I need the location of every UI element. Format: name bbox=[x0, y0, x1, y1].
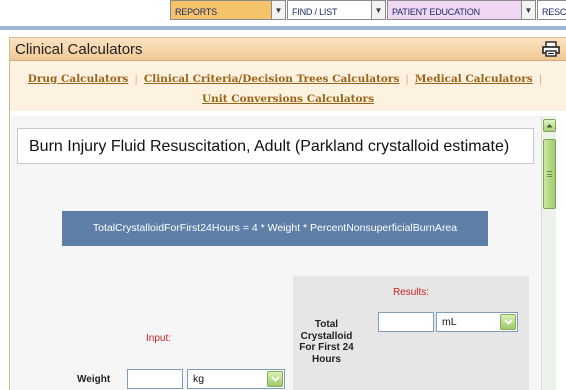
chevron-down-icon[interactable] bbox=[500, 314, 516, 330]
results-label: Results: bbox=[392, 287, 430, 298]
link-separator: | bbox=[134, 73, 138, 85]
weight-unit-select[interactable]: kg bbox=[187, 369, 285, 389]
calculator-content: Burn Injury Fluid Resuscitation, Adult (… bbox=[10, 116, 541, 390]
link-separator: | bbox=[538, 73, 543, 85]
reports-dropdown-label: REPORTS bbox=[175, 7, 217, 17]
reports-dropdown[interactable]: REPORTS ▼ bbox=[170, 0, 286, 20]
find-list-dropdown[interactable]: FIND / LIST ▼ bbox=[287, 0, 386, 20]
panel-header: Clinical Calculators bbox=[10, 38, 566, 61]
link-separator: | bbox=[405, 73, 409, 85]
input-label: Input: bbox=[146, 333, 172, 344]
formula-box: TotalCrystalloidForFirst24Hours = 4 * We… bbox=[62, 211, 488, 246]
calculator-category-links: Drug Calculators | Clinical Criteria/Decis… bbox=[10, 61, 566, 111]
patient-education-dropdown-label: PATIENT EDUCATION bbox=[392, 7, 480, 17]
resc-dropdown[interactable]: RESC bbox=[537, 0, 566, 20]
total-unit-select[interactable]: mL bbox=[436, 312, 518, 332]
panel-title: Clinical Calculators bbox=[15, 41, 143, 58]
weight-unit-value: kg bbox=[193, 373, 205, 385]
total-crystalloid-label: Total Crystalloid For First 24 Hours bbox=[299, 319, 354, 365]
clinical-criteria-link[interactable]: Clinical Criteria/Decision Trees Calcula… bbox=[144, 73, 400, 85]
weight-label: Weight bbox=[77, 374, 111, 385]
scrollbar-thumb[interactable] bbox=[543, 139, 556, 209]
total-unit-value: mL bbox=[442, 316, 457, 328]
drug-calculators-link[interactable]: Drug Calculators bbox=[28, 73, 129, 85]
chevron-down-icon[interactable] bbox=[267, 371, 283, 387]
results-box: Results: Total Crystalloid For First 24 … bbox=[293, 276, 529, 390]
clinical-calculators-panel: Clinical Calculators Drug Calculators | Cl… bbox=[9, 37, 566, 390]
top-navigation-bar: REPORTS ▼ FIND / LIST ▼ PATIENT EDUCATIO… bbox=[0, 0, 566, 30]
nav-divider bbox=[0, 26, 566, 30]
find-list-dropdown-label: FIND / LIST bbox=[292, 7, 338, 17]
grip-icon bbox=[547, 171, 552, 177]
chevron-down-icon[interactable]: ▼ bbox=[271, 1, 285, 19]
resc-dropdown-label: RESC bbox=[542, 7, 566, 17]
total-crystalloid-field[interactable] bbox=[378, 312, 434, 332]
weight-field[interactable] bbox=[127, 369, 183, 389]
printer-icon[interactable] bbox=[542, 41, 560, 57]
calculator-title: Burn Injury Fluid Resuscitation, Adult (… bbox=[17, 128, 534, 164]
vertical-scrollbar[interactable] bbox=[541, 116, 556, 390]
scroll-up-arrow-icon[interactable] bbox=[543, 119, 556, 132]
unit-conversions-link[interactable]: Unit Conversions Calculators bbox=[202, 93, 374, 105]
medical-calculators-link[interactable]: Medical Calculators bbox=[415, 73, 533, 85]
chevron-down-icon[interactable]: ▼ bbox=[371, 1, 385, 19]
patient-education-dropdown[interactable]: PATIENT EDUCATION ▼ bbox=[387, 0, 536, 20]
chevron-down-icon[interactable]: ▼ bbox=[521, 1, 535, 19]
